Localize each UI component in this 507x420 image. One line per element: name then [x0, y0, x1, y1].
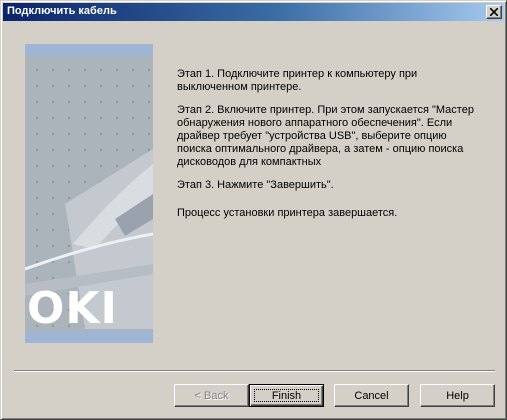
instructions: Этап 1. Подключите принтер к компьютеру …	[177, 68, 477, 230]
step-2-text: Этап 2. Включите принтер. При этом запус…	[177, 104, 474, 168]
close-icon	[490, 8, 498, 16]
panel-bottom-band	[25, 331, 153, 343]
window-title: Подключить кабель	[7, 5, 117, 17]
close-button[interactable]	[486, 5, 502, 19]
step-1-text: Этап 1. Подключите принтер к компьютеру …	[177, 68, 418, 93]
oki-side-image: OKI	[25, 44, 153, 343]
step-3-text: Этап 3. Нажмите "Завершить".	[177, 179, 334, 191]
status-text: Процесс установки принтера завершается.	[177, 207, 398, 219]
help-button[interactable]: Help	[420, 384, 495, 407]
finish-button[interactable]: Finish	[249, 384, 324, 407]
back-button[interactable]: < Back	[174, 384, 249, 407]
focus-ring	[254, 389, 319, 402]
button-separator	[14, 370, 495, 372]
cancel-button[interactable]: Cancel	[334, 384, 409, 407]
oki-logo: OKI	[27, 283, 118, 334]
title-bar[interactable]: Подключить кабель	[3, 3, 504, 21]
dialog-window: Подключить кабель OKI Этап 1. Подключите…	[0, 0, 507, 420]
